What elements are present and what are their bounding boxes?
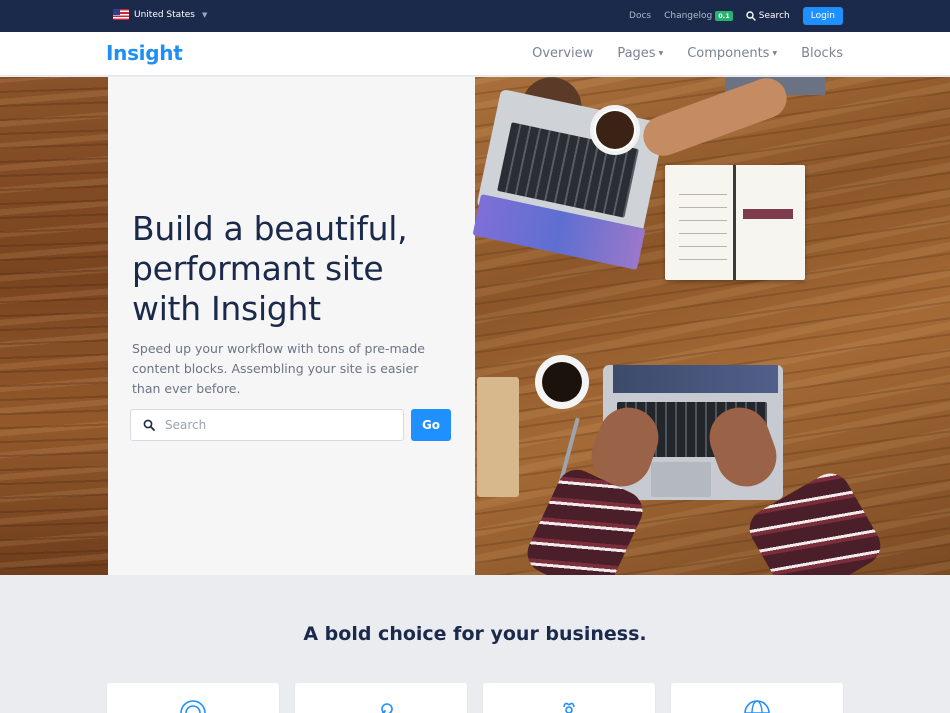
search-link[interactable]: Search: [746, 11, 790, 21]
photo-sketch: [679, 182, 727, 262]
photo-laptop-screen: [613, 365, 778, 393]
nav-item-overview[interactable]: Overview: [532, 46, 593, 61]
search-icon: [143, 419, 155, 431]
changelog-link[interactable]: Changelog 0.1: [664, 11, 733, 21]
photo-paper-bag: [477, 377, 519, 497]
docs-link[interactable]: Docs: [629, 11, 651, 21]
search-icon: [746, 11, 756, 21]
hero-title: Build a beautiful, performant site with …: [132, 209, 408, 328]
login-button[interactable]: Login: [802, 7, 843, 25]
hero-search-input[interactable]: [165, 418, 385, 432]
chevron-down-icon: ▼: [772, 50, 778, 57]
us-flag-icon: [113, 9, 129, 20]
section-title: A bold choice for your business.: [303, 623, 647, 645]
hero-panel: Build a beautiful, performant site with …: [108, 77, 475, 575]
feature-card[interactable]: [671, 683, 843, 713]
hero-search-box[interactable]: [130, 409, 404, 441]
nav-menu: Overview Pages ▼ Components ▼ Blocks: [532, 46, 843, 61]
hero-photo: [472, 77, 950, 575]
brand-logo[interactable]: Insight: [106, 41, 183, 65]
hero-subtitle: Speed up your workflow with tons of pre-…: [132, 341, 425, 396]
feature-card[interactable]: [107, 683, 279, 713]
photo-arm: [637, 77, 793, 162]
version-badge: 0.1: [715, 11, 733, 21]
top-links: Docs Changelog 0.1 Search Login: [629, 7, 843, 25]
photo-coffee: [542, 362, 582, 402]
nav-item-label: Overview: [532, 46, 594, 61]
photo-trackpad: [651, 462, 711, 497]
photo-coffee: [596, 111, 634, 149]
hero-section: Build a beautiful, performant site with …: [0, 77, 950, 575]
flower-icon: [563, 702, 575, 713]
feature-card[interactable]: [295, 683, 467, 713]
nav-item-blocks[interactable]: Blocks: [801, 46, 843, 61]
country-label: United States: [134, 9, 195, 20]
photo-pen: [733, 165, 736, 280]
nav-item-label: Blocks: [801, 46, 843, 61]
target-icon: [180, 700, 206, 713]
nav-item-components[interactable]: Components ▼: [687, 46, 777, 61]
photo-card: [743, 209, 793, 219]
feature-card[interactable]: [483, 683, 655, 713]
nav-item-label: Pages: [617, 46, 656, 61]
nav-item-pages[interactable]: Pages ▼: [617, 46, 663, 61]
changelog-label: Changelog: [664, 11, 713, 21]
nav-item-label: Components: [687, 46, 770, 61]
country-selector[interactable]: United States ▼: [113, 9, 207, 20]
go-button[interactable]: Go: [411, 409, 451, 441]
main-navbar: Insight Overview Pages ▼ Components ▼ Bl…: [0, 32, 950, 76]
chevron-down-icon: ▼: [658, 50, 664, 57]
globe-icon: [744, 700, 770, 713]
top-utility-bar: United States ▼ Docs Changelog 0.1 Searc…: [0, 0, 950, 32]
tools-icon: [381, 703, 393, 713]
features-section: A bold choice for your business.: [0, 575, 950, 713]
chevron-down-icon: ▼: [201, 10, 208, 19]
search-link-label: Search: [758, 11, 790, 21]
wood-background-image: [0, 77, 108, 575]
